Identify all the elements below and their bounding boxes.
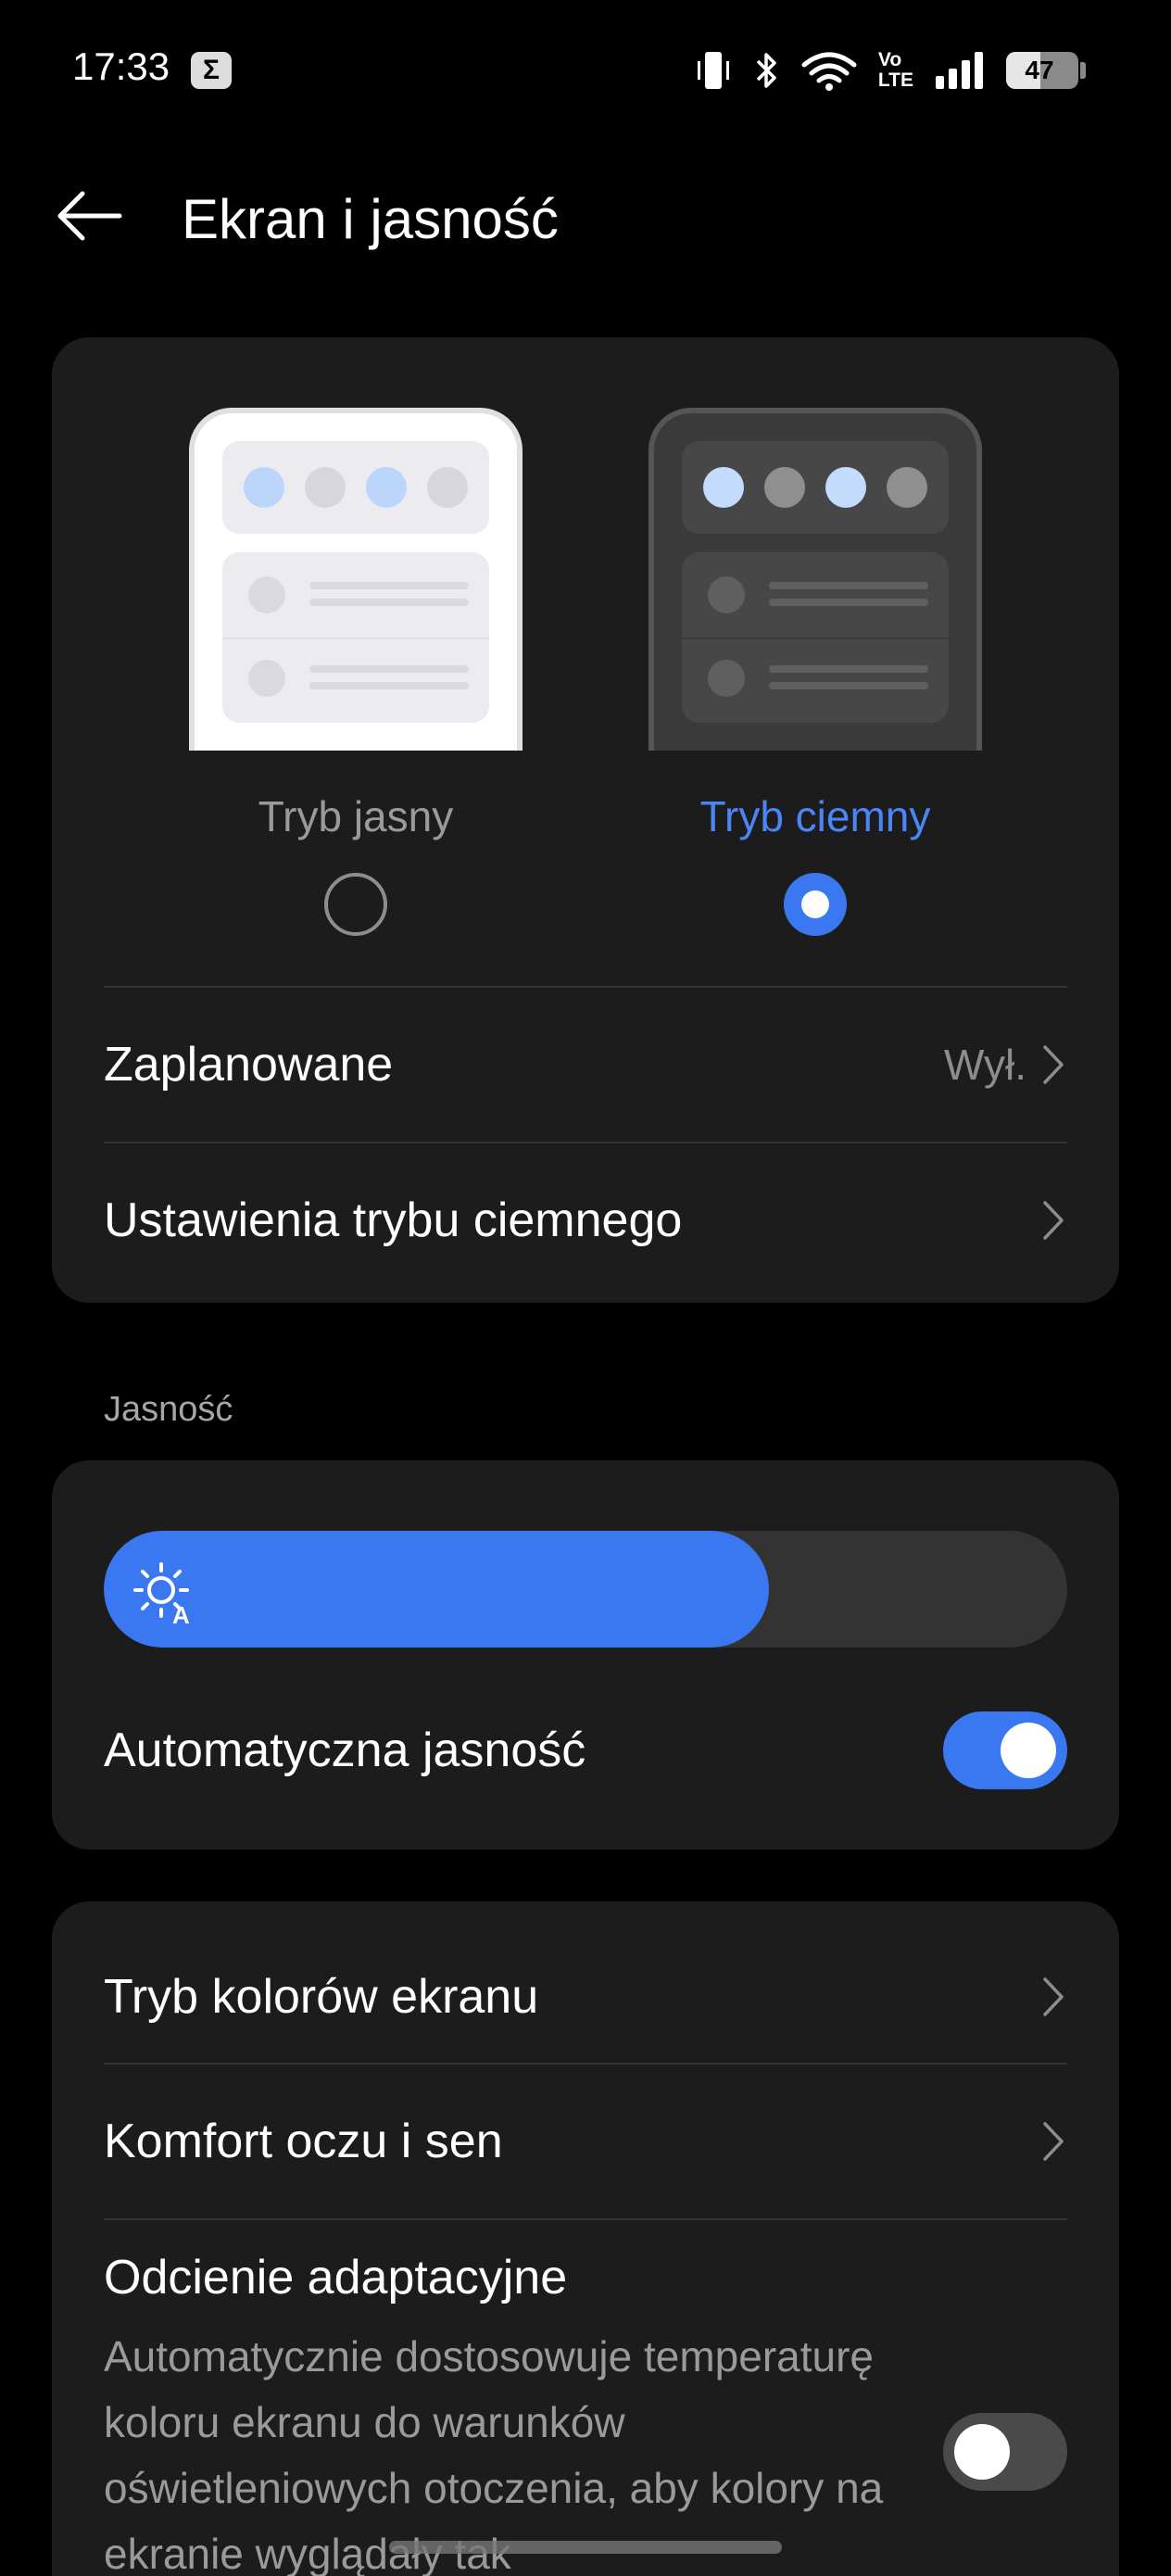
- theme-mode-card: Tryb jasny Tryb ciemny Zaplanowane Wył. …: [52, 337, 1119, 1303]
- scheduled-label: Zaplanowane: [104, 1038, 394, 1092]
- auto-brightness-row[interactable]: Automatyczna jasność: [104, 1681, 1067, 1820]
- dark-mode-preview[interactable]: [648, 408, 982, 751]
- dark-mode-settings-label: Ustawienia trybu ciemnego: [104, 1193, 683, 1247]
- volte-top: Vo: [877, 49, 902, 70]
- divider: [104, 2218, 1067, 2220]
- dark-mode-radio[interactable]: [784, 873, 847, 936]
- dark-mode-label: Tryb ciemny: [699, 792, 931, 840]
- svg-text:A: A: [172, 1601, 190, 1625]
- adaptive-tone-row[interactable]: Odcienie adaptacyjne Automatycznie dosto…: [104, 2250, 1067, 2576]
- light-mode-preview[interactable]: [189, 408, 523, 751]
- status-time: 17:33: [72, 44, 170, 88]
- scheduled-row[interactable]: Zaplanowane Wył.: [104, 988, 1067, 1142]
- adaptive-tone-description: Automatycznie dostosowuje temperaturę ko…: [104, 2332, 884, 2576]
- auto-brightness-sun-icon: A: [133, 1562, 190, 1625]
- volte-icon: Vo LTE: [878, 50, 913, 91]
- adaptive-tone-title: Odcienie adaptacyjne: [104, 2251, 568, 2305]
- auto-brightness-label: Automatyczna jasność: [104, 1724, 586, 1777]
- page-title: Ekran i jasność: [182, 188, 559, 250]
- back-arrow-icon: [57, 191, 122, 241]
- dark-mode-option[interactable]: Tryb ciemny: [648, 408, 982, 936]
- battery-icon: 47: [1006, 52, 1078, 89]
- home-indicator[interactable]: [389, 2541, 782, 2554]
- volte-bottom: LTE: [877, 69, 913, 91]
- signal-icon: [936, 52, 983, 89]
- brightness-slider[interactable]: A: [104, 1531, 1067, 1648]
- bluetooth-icon: [756, 53, 776, 88]
- back-button[interactable]: [52, 183, 126, 248]
- status-bar: 17:33 Σ Vo LTE 47: [0, 0, 1171, 139]
- chevron-right-icon: [1043, 1977, 1064, 2016]
- light-mode-label: Tryb jasny: [258, 792, 454, 840]
- brightness-card: A Automatyczna jasność: [52, 1460, 1119, 1850]
- brightness-section-label: Jasność: [104, 1390, 233, 1429]
- light-mode-radio[interactable]: [324, 873, 387, 936]
- header: Ekran i jasność: [0, 167, 1171, 269]
- adaptive-tone-toggle[interactable]: [943, 2413, 1067, 2491]
- battery-level: 47: [1025, 56, 1054, 84]
- chevron-right-icon: [1043, 2122, 1064, 2161]
- wifi-icon: [801, 52, 857, 91]
- chevron-right-icon: [1043, 1045, 1064, 1084]
- auto-brightness-toggle[interactable]: [943, 1711, 1067, 1789]
- vibrate-icon: [697, 52, 729, 89]
- status-icons: Vo LTE 47: [695, 44, 1086, 96]
- light-mode-option[interactable]: Tryb jasny: [189, 408, 523, 936]
- display-settings-card: Tryb kolorów ekranu Komfort oczu i sen O…: [52, 1901, 1119, 2576]
- screen-color-mode-row[interactable]: Tryb kolorów ekranu: [104, 1920, 1067, 2074]
- dark-mode-settings-row[interactable]: Ustawienia trybu ciemnego: [104, 1143, 1067, 1297]
- screen-color-mode-label: Tryb kolorów ekranu: [104, 1970, 539, 2024]
- eye-comfort-label: Komfort oczu i sen: [104, 2115, 503, 2168]
- scheduled-value: Wył.: [943, 1041, 1026, 1089]
- brightness-slider-fill: [104, 1531, 769, 1648]
- sigma-app-icon: Σ: [191, 52, 232, 89]
- chevron-right-icon: [1043, 1201, 1064, 1240]
- eye-comfort-row[interactable]: Komfort oczu i sen: [104, 2065, 1067, 2218]
- battery-tip: [1080, 62, 1086, 79]
